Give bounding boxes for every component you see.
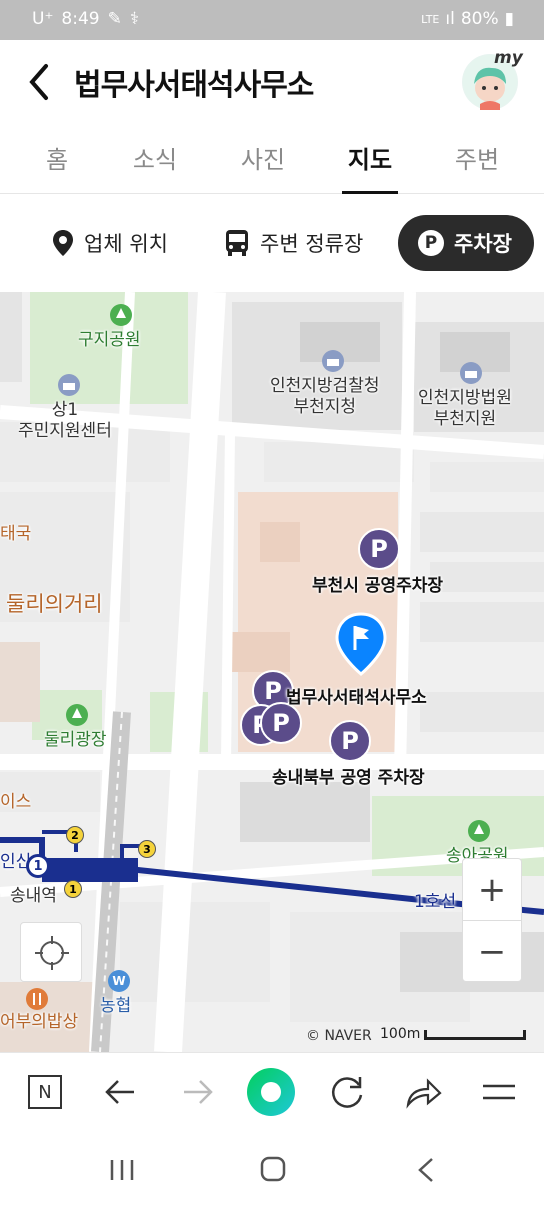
avatar-badge: my	[494, 48, 523, 68]
chip-parking[interactable]: P 주차장	[398, 215, 534, 271]
parking-lot-label[interactable]: 부천시 공영주차장	[312, 576, 443, 597]
tab-map[interactable]: 지도	[325, 140, 415, 175]
government-building-icon	[322, 350, 344, 372]
naver-home-icon: N	[28, 1075, 62, 1109]
chip-label: 주차장	[454, 232, 512, 256]
forward-icon[interactable]	[172, 1067, 222, 1117]
tab-photos[interactable]: 사진	[218, 140, 308, 175]
home-icon[interactable]	[258, 1154, 288, 1184]
park-icon	[110, 304, 132, 326]
map-label-country: 태국	[0, 524, 32, 544]
map-label-bank[interactable]: 농협	[100, 996, 131, 1017]
tab-bar: 홈 소식 사진 지도 주변	[0, 122, 544, 194]
pill-icon-2: ⚕	[129, 9, 140, 29]
restaurant-icon	[26, 988, 48, 1010]
chip-label: 주변 정류장	[260, 232, 364, 256]
map-copyright: © NAVER	[306, 1028, 372, 1044]
my-location-button[interactable]	[20, 922, 82, 982]
green-dot-icon[interactable]	[246, 1067, 296, 1117]
place-pin-icon[interactable]	[334, 612, 388, 676]
map-scale-label: 100m	[380, 1026, 421, 1042]
parking-marker[interactable]: P	[358, 528, 400, 570]
map-label-street[interactable]: 둘리의거리	[6, 594, 103, 615]
tab-news[interactable]: 소식	[110, 140, 200, 175]
back-icon[interactable]	[96, 1067, 146, 1117]
chip-nearby-stops[interactable]: 주변 정류장	[224, 215, 363, 271]
map-label-subway-line: 1호선	[414, 892, 457, 912]
battery-label: 80%	[460, 9, 499, 29]
chip-business-location[interactable]: 업체 위치	[52, 215, 168, 271]
subway-line-icon: 1	[26, 854, 50, 878]
location-pin-icon	[53, 230, 73, 256]
park-icon	[66, 704, 88, 726]
tab-indicator	[342, 191, 398, 194]
signal-icon: ıl	[445, 9, 455, 29]
park-icon	[468, 820, 490, 842]
tab-home[interactable]: 홈	[12, 140, 102, 175]
battery-icon: ▮	[504, 9, 514, 29]
parking-lot-label[interactable]: 송내북부 공영 주차장	[272, 768, 425, 789]
exit-marker: 1	[64, 880, 82, 898]
crosshair-icon	[35, 936, 69, 970]
nav-back-icon[interactable]	[414, 1156, 438, 1184]
government-building-icon	[58, 374, 80, 396]
naver-home-button[interactable]: N	[20, 1067, 70, 1117]
menu-icon[interactable]	[474, 1067, 524, 1117]
zoom-in-button[interactable]: +	[463, 859, 521, 921]
status-bar: U⁺ 8:49 ✎ ⚕ LTE ıl 80% ▮	[0, 0, 544, 40]
network-label: LTE	[421, 12, 440, 26]
zoom-controls: + −	[462, 858, 522, 982]
exit-marker: 2	[66, 826, 84, 844]
parking-marker[interactable]: P	[329, 720, 371, 762]
parking-icon: P	[418, 230, 444, 256]
map-label-square[interactable]: 둘리광장	[44, 730, 107, 751]
map-label-community-center[interactable]: 상1 주민지원센터	[18, 400, 112, 442]
map-label-station[interactable]: 송내역	[10, 886, 57, 907]
carrier-label: U⁺	[32, 9, 54, 29]
map-label-court[interactable]: 인천지방법원 부천지원	[418, 388, 512, 430]
map-filter-bar: 업체 위치 주변 정류장 P 주차장	[0, 195, 544, 291]
bank-icon: W	[108, 970, 130, 992]
map-scale-bar	[424, 1030, 526, 1040]
map-label-park[interactable]: 구지공원	[78, 330, 141, 351]
time-label: 8:49	[61, 9, 100, 29]
map-label-restaurant[interactable]: 어부의밥상	[0, 1012, 78, 1033]
refresh-icon[interactable]	[322, 1067, 372, 1117]
chip-label: 업체 위치	[84, 232, 168, 256]
government-building-icon	[460, 362, 482, 384]
map-label-ice: 이스	[0, 792, 32, 812]
page-title: 법무사서태석사무소	[74, 68, 314, 103]
exit-marker: 3	[138, 840, 156, 858]
bus-icon	[226, 230, 248, 256]
tab-nearby[interactable]: 주변	[432, 140, 522, 175]
share-icon[interactable]	[398, 1067, 448, 1117]
zoom-out-button[interactable]: −	[463, 921, 521, 983]
recent-apps-icon[interactable]	[108, 1156, 136, 1184]
browser-toolbar: N	[0, 1052, 544, 1132]
system-nav-bar	[0, 1132, 544, 1208]
map-label-prosecutor[interactable]: 인천지방검찰청 부천지청	[270, 376, 379, 418]
header: 법무사서태석사무소 my	[0, 40, 544, 122]
pill-icon: ✎	[107, 9, 122, 29]
back-arrow-icon[interactable]	[22, 60, 58, 104]
place-label[interactable]: 법무사서태석사무소	[286, 688, 427, 709]
map-view[interactable]: 구지공원 인천지방검찰청 부천지청 인천지방법원 부천지원 상1 주민지원센터 …	[0, 292, 544, 1052]
